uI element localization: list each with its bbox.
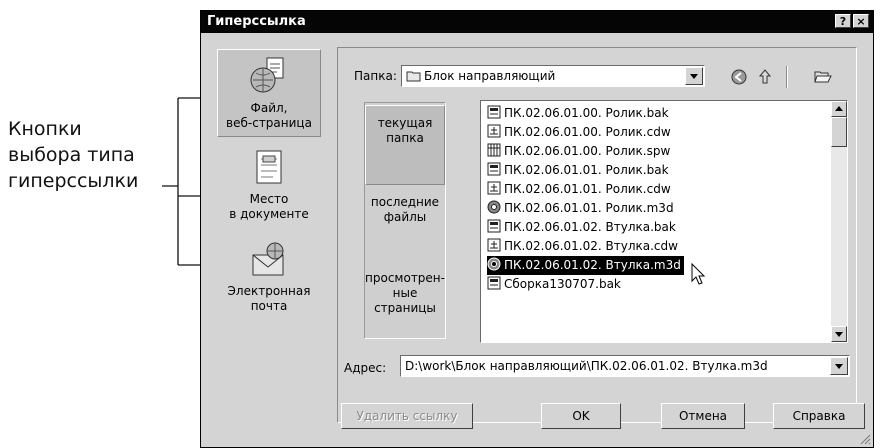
bak-file-icon: [487, 276, 501, 290]
address-input[interactable]: D:\work\Блок направляющий\ПК.02.06.01.02…: [400, 355, 850, 377]
places-bar: текущая папка последние файлы просмотрен…: [364, 102, 446, 339]
mouse-cursor-icon: [691, 263, 706, 285]
help-button[interactable]: Справка: [773, 403, 865, 429]
folder-select[interactable]: Блок направляющий: [401, 65, 705, 87]
annotation-bracket: [162, 97, 220, 266]
file-name: ПК.02.06.01.01. Ролик.bak: [504, 163, 669, 177]
folder-value: Блок направляющий: [406, 69, 555, 83]
dialog-title: Гиперссылка: [207, 14, 306, 29]
remove-link-button[interactable]: Удалить ссылку: [341, 403, 473, 429]
title-bar: Гиперссылка ? ×: [201, 11, 873, 33]
file-panel: Папка: Блок направляющий текущая папка п…: [337, 47, 857, 423]
file-name: ПК.02.06.01.00. Ролик.spw: [504, 144, 671, 158]
folder-label: Папка:: [354, 69, 397, 83]
hyperlink-dialog: Гиперссылка ? × Файл, веб-страница Место…: [200, 10, 874, 448]
file-item-selected[interactable]: ПК.02.06.01.02. Втулка.m3d: [487, 256, 684, 275]
folder-dropdown-button[interactable]: [685, 67, 703, 85]
open-folder-icon[interactable]: [814, 68, 832, 86]
file-item[interactable]: ПК.02.06.01.02. Втулка.cdw: [487, 237, 681, 256]
scroll-up-button[interactable]: [831, 101, 847, 117]
link-type-email[interactable]: Электронная почта: [217, 233, 321, 321]
file-name: ПК.02.06.01.02. Втулка.bak: [504, 220, 676, 234]
bak-file-icon: [487, 105, 501, 119]
m3d-file-icon: [487, 257, 501, 271]
bak-file-icon: [487, 162, 501, 176]
folder-name: Блок направляющий: [424, 69, 556, 83]
m3d-file-icon: [487, 200, 501, 214]
link-type-label: Электронная почта: [227, 284, 311, 313]
bak-file-icon: [487, 219, 501, 233]
document-place-icon: [256, 150, 282, 184]
file-item[interactable]: ПК.02.06.01.00. Ролик.spw: [487, 142, 673, 161]
place-label: текущая папка: [377, 116, 433, 145]
cdw-file-icon: [487, 124, 501, 138]
place-current-folder[interactable]: текущая папка: [365, 105, 445, 185]
cancel-button[interactable]: Отмена: [661, 403, 745, 429]
address-value: D:\work\Блок направляющий\ПК.02.06.01.02…: [405, 359, 768, 373]
file-name: ПК.02.06.01.00. Ролик.cdw: [504, 125, 671, 139]
link-type-file-web[interactable]: Файл, веб-страница: [217, 49, 321, 137]
back-icon[interactable]: [730, 68, 748, 86]
file-name: ПК.02.06.01.00. Ролик.bak: [504, 106, 669, 120]
file-name: Сборка130707.bak: [504, 277, 621, 291]
link-type-label: Место в документе: [229, 192, 309, 221]
cdw-file-icon: [487, 181, 501, 195]
file-name: ПК.02.06.01.01. Ролик.cdw: [504, 182, 671, 196]
cdw-file-icon: [487, 238, 501, 252]
file-item[interactable]: ПК.02.06.01.01. Ролик.cdw: [487, 180, 674, 199]
address-label: Адрес:: [344, 361, 387, 375]
link-type-label: Файл, веб-страница: [226, 101, 312, 130]
place-recent-files[interactable]: последние файлы: [365, 195, 445, 225]
ok-button[interactable]: OK: [541, 403, 621, 429]
file-item[interactable]: ПК.02.06.01.00. Ролик.bak: [487, 104, 672, 123]
resize-grip-icon[interactable]: [859, 433, 871, 445]
scroll-down-button[interactable]: [831, 326, 847, 342]
link-type-document-place[interactable]: Место в документе: [217, 141, 321, 229]
place-label: последние файлы: [370, 195, 440, 224]
file-name: ПК.02.06.01.02. Втулка.cdw: [504, 239, 678, 253]
file-item[interactable]: ПК.02.06.01.01. Ролик.m3d: [487, 199, 677, 218]
folder-icon: [406, 71, 421, 82]
file-name: ПК.02.06.01.01. Ролик.m3d: [504, 201, 674, 215]
toolbar-divider: [786, 66, 788, 88]
file-item[interactable]: ПК.02.06.01.01. Ролик.bak: [487, 161, 672, 180]
file-web-icon: [250, 57, 284, 93]
address-dropdown-button[interactable]: [830, 357, 848, 375]
file-item[interactable]: ПК.02.06.01.02. Втулка.bak: [487, 218, 679, 237]
file-name: ПК.02.06.01.02. Втулка.m3d: [504, 258, 681, 272]
email-icon: [252, 242, 284, 276]
up-folder-icon[interactable]: [756, 68, 774, 86]
file-item[interactable]: Сборка130707.bak: [487, 275, 624, 294]
place-label: просмотрен- ные страницы: [365, 271, 445, 315]
file-list-scrollbar[interactable]: [831, 101, 847, 342]
file-item[interactable]: ПК.02.06.01.00. Ролик.cdw: [487, 123, 674, 142]
scroll-thumb[interactable]: [831, 117, 847, 147]
close-button[interactable]: ×: [853, 14, 869, 28]
spw-file-icon: [487, 143, 501, 157]
link-type-bar: Файл, веб-страница Место в документе Эле…: [217, 49, 321, 339]
help-title-button[interactable]: ?: [835, 14, 851, 28]
file-list[interactable]: ПК.02.06.01.00. Ролик.bak ПК.02.06.01.00…: [480, 100, 848, 343]
place-viewed-pages[interactable]: просмотрен- ные страницы: [365, 271, 445, 316]
